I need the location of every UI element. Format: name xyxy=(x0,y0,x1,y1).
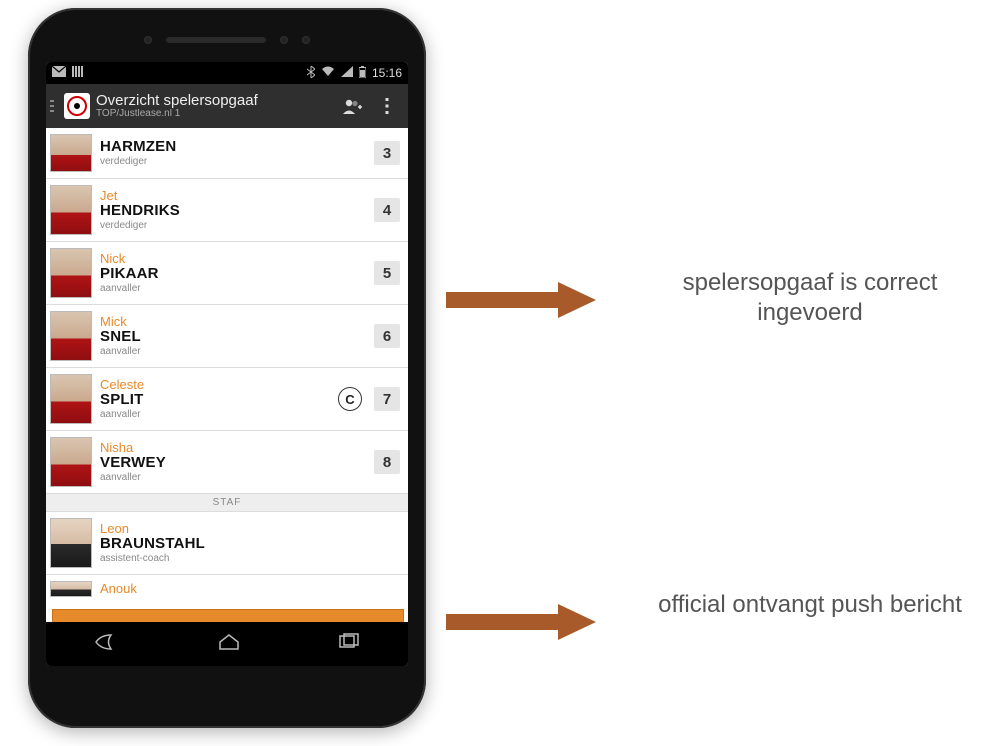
annotation-bottom: official ontvangt push bericht xyxy=(640,590,980,620)
player-role: verdediger xyxy=(100,156,366,167)
avatar xyxy=(50,374,92,424)
section-header-staf: STAF xyxy=(46,494,408,512)
player-row[interactable]: Mick SNEL aanvaller 6 xyxy=(46,305,408,368)
annotation-top: spelersopgaaf is correct ingevoerd xyxy=(640,268,980,328)
home-button[interactable] xyxy=(216,633,242,656)
staff-firstname: Leon xyxy=(100,522,400,536)
player-firstname: Celeste xyxy=(100,378,330,392)
avatar xyxy=(50,185,92,235)
gmail-icon xyxy=(52,66,66,80)
player-lastname: SPLIT xyxy=(100,392,330,409)
player-firstname: Jet xyxy=(100,189,366,203)
page-title: Overzicht spelersopgaaf xyxy=(96,93,336,109)
player-role: aanvaller xyxy=(100,409,330,420)
player-firstname: Nick xyxy=(100,252,366,266)
add-players-button[interactable] xyxy=(336,97,370,115)
player-number[interactable]: 7 xyxy=(374,387,400,411)
player-number[interactable]: 3 xyxy=(374,141,400,165)
battery-icon xyxy=(359,66,366,81)
nav-bar xyxy=(46,622,408,666)
action-bar: Overzicht spelersopgaaf TOP/Justlease.nl… xyxy=(46,84,408,128)
page-subtitle: TOP/Justlease.nl 1 xyxy=(96,109,336,120)
player-row[interactable]: Jet HENDRIKS verdediger 4 xyxy=(46,179,408,242)
back-button[interactable] xyxy=(93,633,121,656)
canvas: spelersopgaaf is correct ingevoerd offic… xyxy=(0,0,998,746)
staff-row[interactable]: Anouk xyxy=(46,575,408,603)
avatar xyxy=(50,437,92,487)
arrow-top xyxy=(438,270,598,330)
player-role: verdediger xyxy=(100,220,366,231)
bluetooth-icon xyxy=(307,66,315,81)
status-time: 15:16 xyxy=(372,66,402,80)
avatar xyxy=(50,311,92,361)
player-role: aanvaller xyxy=(100,472,366,483)
submit-area: VERSTUUR NAAR OFFICIAL xyxy=(46,603,408,622)
player-lastname: HENDRIKS xyxy=(100,203,366,220)
player-firstname: Mick xyxy=(100,315,366,329)
overflow-menu-button[interactable] xyxy=(370,97,404,115)
staff-lastname: BRAUNSTAHL xyxy=(100,536,400,553)
submit-button[interactable]: VERSTUUR NAAR OFFICIAL xyxy=(52,609,404,622)
screen: 15:16 Overzicht spelersopgaaf TOP/Justle… xyxy=(46,62,408,666)
staff-role: assistent-coach xyxy=(100,553,400,564)
recent-apps-button[interactable] xyxy=(337,633,361,656)
captain-badge: C xyxy=(338,387,362,411)
player-row[interactable]: Nisha VERWEY aanvaller 8 xyxy=(46,431,408,494)
player-role: aanvaller xyxy=(100,346,366,357)
player-list[interactable]: HARMZEN verdediger 3 Jet HENDRIKS verded… xyxy=(46,128,408,622)
wifi-icon xyxy=(321,66,335,80)
avatar xyxy=(50,134,92,172)
bars-icon xyxy=(72,66,84,80)
player-number[interactable]: 5 xyxy=(374,261,400,285)
player-lastname: HARMZEN xyxy=(100,139,366,156)
player-lastname: SNEL xyxy=(100,329,366,346)
phone-hardware-top xyxy=(28,36,426,44)
player-firstname: Nisha xyxy=(100,441,366,455)
avatar xyxy=(50,248,92,298)
player-lastname: VERWEY xyxy=(100,455,366,472)
player-number[interactable]: 4 xyxy=(374,198,400,222)
avatar xyxy=(50,581,92,597)
staff-firstname: Anouk xyxy=(100,582,400,596)
player-number[interactable]: 8 xyxy=(374,450,400,474)
status-bar: 15:16 xyxy=(46,62,408,84)
arrow-bottom xyxy=(438,592,598,652)
player-role: aanvaller xyxy=(100,283,366,294)
player-row[interactable]: Nick PIKAAR aanvaller 5 xyxy=(46,242,408,305)
player-row[interactable]: HARMZEN verdediger 3 xyxy=(46,128,408,179)
player-lastname: PIKAAR xyxy=(100,266,366,283)
player-number[interactable]: 6 xyxy=(374,324,400,348)
app-logo-icon[interactable] xyxy=(64,93,90,119)
player-row[interactable]: Celeste SPLIT aanvaller C 7 xyxy=(46,368,408,431)
phone-frame: 15:16 Overzicht spelersopgaaf TOP/Justle… xyxy=(28,8,426,728)
avatar xyxy=(50,518,92,568)
staff-row[interactable]: Leon BRAUNSTAHL assistent-coach xyxy=(46,512,408,575)
drawer-indicator-icon[interactable] xyxy=(50,100,54,112)
signal-icon xyxy=(341,66,353,80)
